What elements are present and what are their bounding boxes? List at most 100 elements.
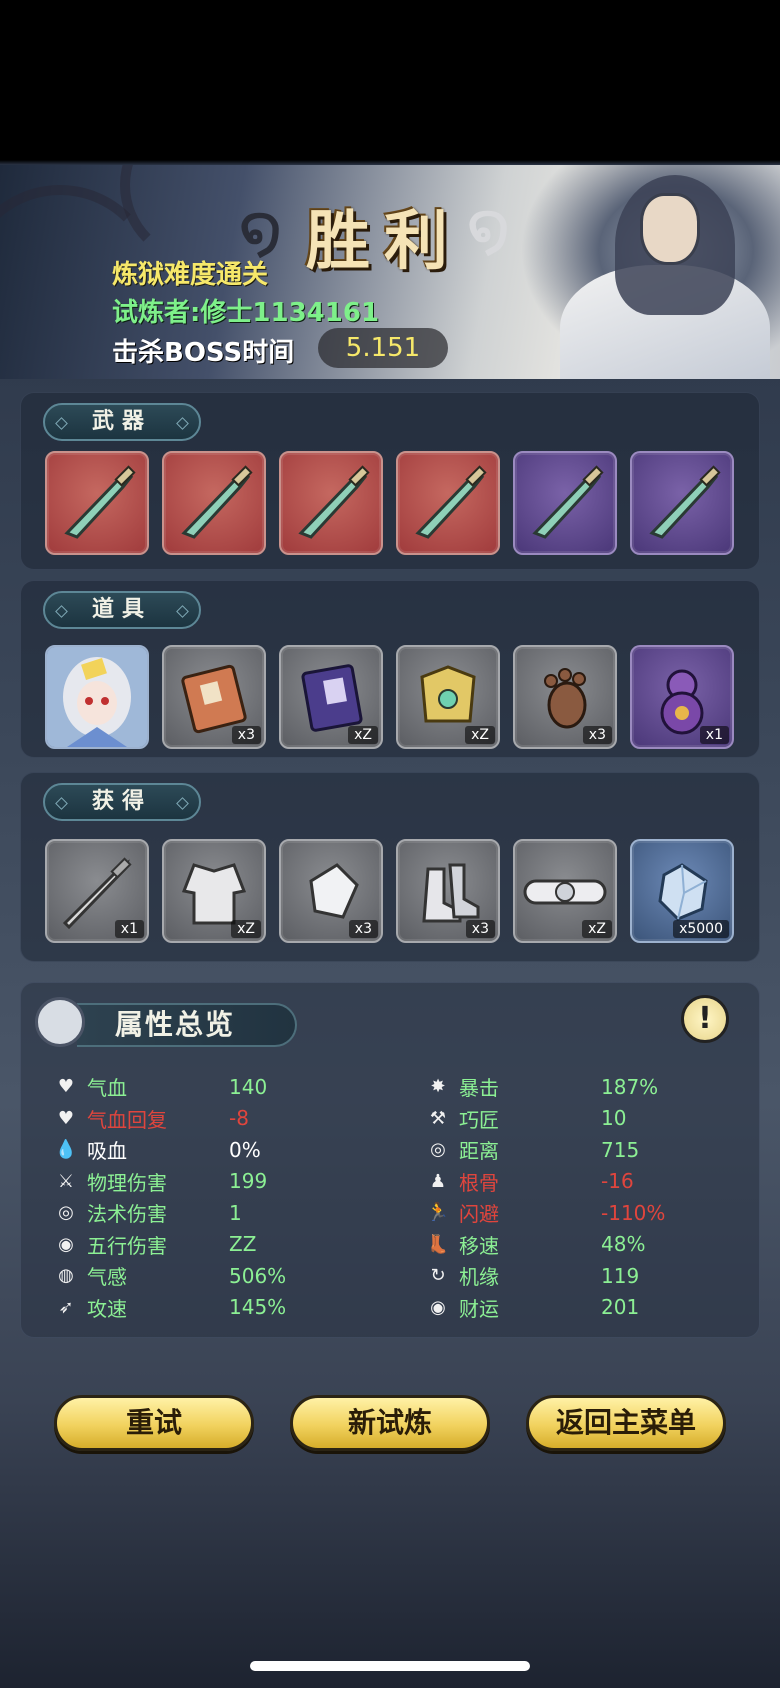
attribute-row: 👢 移速 48% <box>425 1229 665 1261</box>
item-slot[interactable]: x1 <box>630 645 734 749</box>
item-slot[interactable] <box>45 645 149 749</box>
item-slot[interactable]: x3 <box>279 839 383 943</box>
attribute-value: 119 <box>601 1263 640 1288</box>
gains-panel: 获得 x1 xZ x3 x3 xZ x5000 <box>20 772 760 962</box>
attribute-icon: ➶ <box>58 1296 74 1318</box>
attribute-value: ZZ <box>229 1232 257 1257</box>
victory-title: 胜利 <box>306 204 462 279</box>
item-slot[interactable] <box>396 451 500 555</box>
attribute-icon: ♥ <box>57 1107 75 1129</box>
item-slot[interactable]: xZ <box>162 839 266 943</box>
attribute-value: -16 <box>601 1169 634 1194</box>
attribute-value: 715 <box>601 1137 640 1162</box>
home-indicator[interactable] <box>250 1661 530 1671</box>
gains-slots: x1 xZ x3 x3 xZ x5000 <box>45 839 734 943</box>
main-menu-button[interactable]: 返回主菜单 <box>526 1395 726 1451</box>
item-slot[interactable] <box>279 451 383 555</box>
attribute-name: 攻速 <box>87 1296 127 1321</box>
props-panel: 道具 x3 xZ xZ x3 x1 <box>20 580 760 758</box>
attribute-row: ➶ 攻速 145% <box>53 1292 286 1324</box>
item-count: x1 <box>114 920 144 938</box>
item-count: xZ <box>465 726 495 744</box>
attribute-value: 187% <box>601 1074 659 1099</box>
attribute-name: 机缘 <box>459 1265 499 1290</box>
attribute-icon: ⚒ <box>429 1107 447 1129</box>
difficulty-cleared: 炼狱难度通关 <box>112 260 269 290</box>
attribute-value: -8 <box>229 1106 249 1131</box>
attributes-left-column: ♥ 气血 140 ♥ 气血回复 -8 💧 吸血 0% ⚔ 物理伤害 199 ◎ 法术伤害 1 ◉ 五行伤害 ZZ ◍… <box>53 1071 286 1323</box>
attribute-value: -110% <box>601 1200 666 1225</box>
attribute-name: 气血回复 <box>87 1107 167 1132</box>
attribute-value: 199 <box>229 1169 268 1194</box>
attribute-icon: ◎ <box>58 1202 74 1224</box>
attribute-icon: ◍ <box>58 1265 74 1287</box>
attribute-value: 145% <box>229 1295 287 1320</box>
attributes-panel: 属性总览 ! ♥ 气血 140 ♥ 气血回复 -8 💧 吸血 0% ⚔ 物理伤害 199 ◎ 法术伤害 1 ◉… <box>20 982 760 1338</box>
hero-head <box>640 193 700 265</box>
attribute-name: 移速 <box>459 1233 499 1258</box>
attribute-name: 根骨 <box>459 1170 499 1195</box>
attribute-value: 140 <box>229 1074 268 1099</box>
challenger-name: 试炼者:修士1134161 <box>112 298 380 328</box>
item-slot[interactable] <box>630 451 734 555</box>
attribute-row: ⚒ 巧匠 10 <box>425 1103 665 1135</box>
attribute-name: 法术伤害 <box>87 1202 167 1227</box>
attribute-icon: ◉ <box>58 1233 74 1255</box>
weapons-slots <box>45 451 734 555</box>
attribute-value: 0% <box>229 1137 261 1162</box>
item-slot[interactable]: xZ <box>396 645 500 749</box>
item-slot[interactable] <box>162 451 266 555</box>
attribute-name: 吸血 <box>87 1139 127 1164</box>
help-button[interactable]: ! <box>681 995 729 1043</box>
item-slot[interactable]: x5000 <box>630 839 734 943</box>
attribute-icon: ◎ <box>430 1139 446 1161</box>
item-count: x3 <box>582 726 612 744</box>
weapons-panel: 武器 <box>20 392 760 570</box>
attribute-value: 506% <box>229 1263 287 1288</box>
item-count: x3 <box>348 920 378 938</box>
attribute-row: ◎ 距离 715 <box>425 1134 665 1166</box>
item-count: xZ <box>582 920 612 938</box>
item-slot[interactable]: x3 <box>396 839 500 943</box>
retry-button[interactable]: 重试 <box>54 1395 254 1451</box>
attribute-name: 财运 <box>459 1296 499 1321</box>
attribute-value: 10 <box>601 1106 627 1131</box>
attribute-icon: ⚔ <box>57 1170 75 1192</box>
item-count: x5000 <box>673 920 729 938</box>
attribute-row: ✸ 暴击 187% <box>425 1071 665 1103</box>
attribute-icon: ♟ <box>429 1170 447 1192</box>
attribute-value: 201 <box>601 1295 640 1320</box>
item-slot[interactable]: x3 <box>162 645 266 749</box>
item-slot[interactable] <box>45 451 149 555</box>
props-section-label: 道具 <box>43 591 201 629</box>
attribute-name: 巧匠 <box>459 1107 499 1132</box>
attribute-name: 物理伤害 <box>87 1170 167 1195</box>
attribute-name: 距离 <box>459 1139 499 1164</box>
attribute-row: ♥ 气血 140 <box>53 1071 286 1103</box>
new-trial-button[interactable]: 新试炼 <box>290 1395 490 1451</box>
attribute-value: 48% <box>601 1232 646 1257</box>
attribute-name: 五行伤害 <box>87 1233 167 1258</box>
title-swirl-right-icon: ໑ <box>466 186 511 268</box>
attributes-emblem-icon <box>35 997 85 1047</box>
hero-illustration <box>520 165 780 379</box>
item-slot[interactable]: x3 <box>513 645 617 749</box>
attribute-icon: ↻ <box>430 1265 446 1287</box>
item-slot[interactable]: xZ <box>513 839 617 943</box>
attribute-icon: 💧 <box>54 1139 78 1161</box>
attribute-row: ◉ 财运 201 <box>425 1292 665 1324</box>
item-slot[interactable] <box>513 451 617 555</box>
attribute-icon: ◉ <box>430 1296 446 1318</box>
attribute-row: ◍ 气感 506% <box>53 1260 286 1292</box>
item-count: xZ <box>231 920 261 938</box>
attribute-row: ↻ 机缘 119 <box>425 1260 665 1292</box>
attribute-row: ♥ 气血回复 -8 <box>53 1103 286 1135</box>
attribute-name: 气感 <box>87 1265 127 1290</box>
attribute-row: ◉ 五行伤害 ZZ <box>53 1229 286 1261</box>
attribute-row: 🏃 闪避 -110% <box>425 1197 666 1229</box>
item-slot[interactable]: x1 <box>45 839 149 943</box>
attribute-row: ♟ 根骨 -16 <box>425 1166 665 1198</box>
props-slots: x3 xZ xZ x3 x1 <box>45 645 734 749</box>
item-slot[interactable]: xZ <box>279 645 383 749</box>
attribute-row: 💧 吸血 0% <box>53 1134 286 1166</box>
